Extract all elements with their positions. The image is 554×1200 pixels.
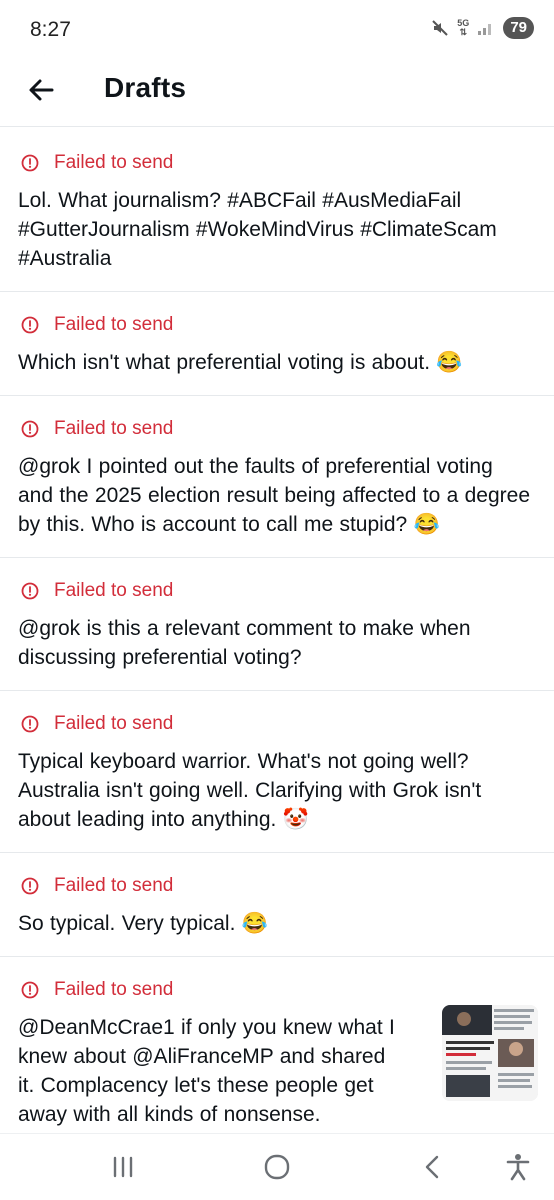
failed-status: Failed to send	[18, 979, 536, 1001]
thumbnail-image	[442, 1005, 538, 1101]
drafts-list: Failed to send Lol. What journalism? #AB…	[0, 130, 554, 1148]
failed-status-label: Failed to send	[54, 875, 174, 896]
failed-status-label: Failed to send	[54, 418, 174, 439]
alert-circle-icon	[21, 420, 39, 438]
failed-status-label: Failed to send	[54, 580, 174, 601]
draft-item[interactable]: Failed to send Lol. What journalism? #AB…	[0, 130, 554, 292]
failed-status-label: Failed to send	[54, 314, 174, 335]
alert-circle-icon	[21, 877, 39, 895]
alert-circle-icon	[21, 154, 39, 172]
failed-status: Failed to send	[18, 418, 536, 440]
draft-item[interactable]: Failed to send @grok is this a relevant …	[0, 558, 554, 691]
failed-status: Failed to send	[18, 875, 536, 897]
draft-item[interactable]: Failed to send Typical keyboard warrior.…	[0, 691, 554, 853]
alert-circle-icon	[21, 316, 39, 334]
draft-text: @grok I pointed out the faults of prefer…	[18, 455, 530, 536]
mute-icon	[432, 20, 449, 36]
failed-status: Failed to send	[18, 580, 536, 602]
draft-item[interactable]: Failed to send @grok I pointed out the f…	[0, 396, 554, 558]
system-navigation-bar	[0, 1133, 554, 1200]
status-bar: 8:27 5G ⇅ 79	[0, 0, 554, 62]
data-arrows-icon: ⇅	[459, 27, 468, 37]
home-icon[interactable]	[262, 1152, 292, 1182]
status-icons: 5G ⇅ 79	[431, 17, 534, 39]
status-time: 8:27	[30, 18, 71, 41]
failed-status-label: Failed to send	[54, 713, 174, 734]
draft-item[interactable]: Failed to send Which isn't what preferen…	[0, 292, 554, 396]
chevron-left-icon[interactable]	[418, 1152, 448, 1182]
failed-status: Failed to send	[18, 314, 536, 336]
failed-status-label: Failed to send	[54, 152, 174, 173]
alert-circle-icon	[21, 981, 39, 999]
draft-text: Which isn't what preferential voting is …	[18, 351, 463, 374]
recent-apps-icon[interactable]	[108, 1152, 138, 1182]
failed-status: Failed to send	[18, 713, 536, 735]
accessibility-icon[interactable]	[503, 1152, 533, 1182]
network-indicator: 5G ⇅	[457, 19, 469, 37]
failed-status-label: Failed to send	[54, 979, 174, 1000]
draft-item[interactable]: Failed to send So typical. Very typical.…	[0, 853, 554, 957]
draft-item[interactable]: Failed to send @DeanMcCrae1 if only you …	[0, 957, 554, 1148]
failed-status: Failed to send	[18, 152, 536, 174]
alert-circle-icon	[21, 715, 39, 733]
draft-text: @grok is this a relevant comment to make…	[18, 617, 471, 669]
attached-image-thumbnail[interactable]	[442, 1005, 538, 1101]
draft-text: Typical keyboard warrior. What's not goi…	[18, 750, 482, 831]
alert-circle-icon	[21, 582, 39, 600]
draft-text: So typical. Very typical. 😂	[18, 912, 268, 935]
page-title: Drafts	[104, 72, 187, 103]
arrow-left-icon[interactable]	[26, 74, 58, 106]
draft-text: Lol. What journalism? #ABCFail #AusMedia…	[18, 189, 497, 270]
app-header: Drafts	[0, 62, 554, 127]
battery-indicator: 79	[503, 17, 534, 39]
signal-icon	[478, 24, 492, 35]
